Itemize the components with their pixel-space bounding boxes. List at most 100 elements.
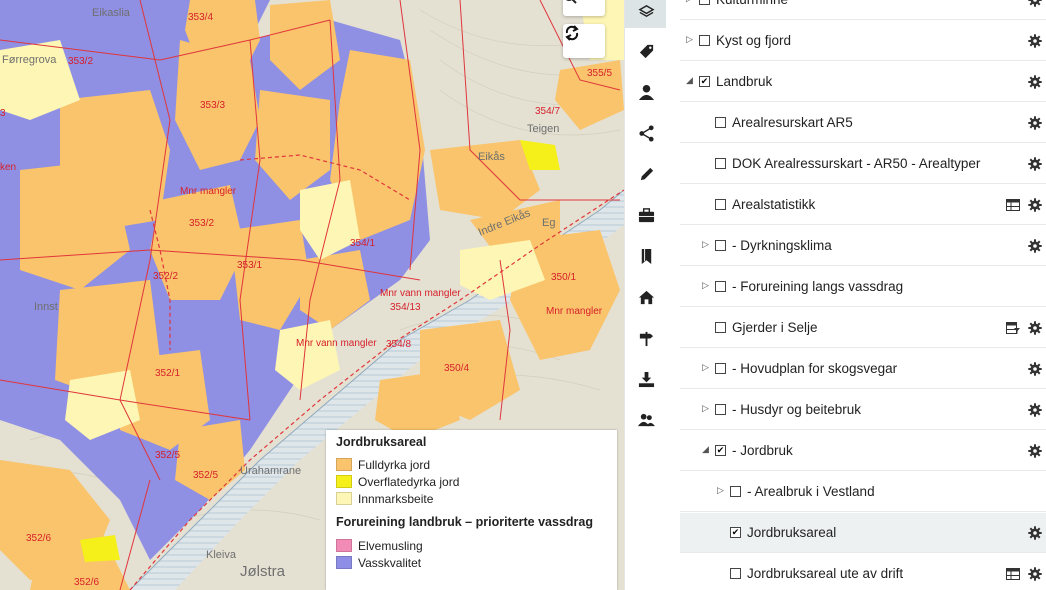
layer-label[interactable]: Landbruk [716,74,772,89]
expand-icon[interactable]: ▷ [702,403,710,413]
layer-checkbox[interactable]: ✔ [730,527,741,538]
layer-label[interactable]: Jordbruksareal ute av drift [747,566,903,581]
layer-row[interactable]: Gjerder i Selje [680,308,1046,348]
home-tool-button[interactable] [625,280,667,314]
layer-row[interactable]: Arealstatistikk [680,185,1046,225]
layer-label[interactable]: DOK Arealressurskart - AR50 - Arealtyper [732,156,980,171]
signpost-tool-button[interactable] [625,321,667,355]
layer-label[interactable]: - Jordbruk [732,443,793,458]
legend-title-forureining: Forureining landbruk – prioriterte vassd… [336,515,594,529]
users-tool-button[interactable] [625,403,667,437]
layer-label[interactable]: - Arealbruk i Vestland [747,484,875,499]
legend-item: Elvemusling [336,537,607,554]
layer-label[interactable]: Kyst og fjord [716,33,791,48]
layer-row[interactable]: ▷ Kulturminne [680,0,1046,20]
layer-label[interactable]: - Hovudplan for skogsvegar [732,361,897,376]
layer-checkbox[interactable] [715,117,726,128]
gear-icon[interactable] [1028,362,1042,376]
legend-swatch [336,458,352,471]
layer-label[interactable]: Kulturminne [716,0,788,7]
table-icon[interactable] [1006,199,1020,211]
layer-checkbox[interactable] [715,363,726,374]
expand-icon[interactable]: ▷ [702,239,710,249]
layer-tree-panel[interactable]: ▷ Kulturminne ▷ Kyst og fjord ◢ ✔ Landbruk Area… [680,0,1046,590]
expand-icon[interactable]: ▷ [686,0,694,3]
layer-checkbox[interactable] [730,486,741,497]
legend-swatch [336,475,352,488]
layer-checkbox[interactable] [715,404,726,415]
download-icon [638,371,654,387]
layer-checkbox[interactable] [699,0,710,5]
gear-icon[interactable] [1028,75,1042,89]
layer-checkbox[interactable]: ✔ [699,76,710,87]
share-tool-button[interactable] [625,116,667,150]
layer-row[interactable]: ◢ ✔ Landbruk [680,62,1046,102]
layer-label[interactable]: - Dyrkningsklima [732,238,832,253]
bookmark-tool-button[interactable] [625,239,667,273]
filter-table-icon[interactable] [1006,322,1020,334]
search-map-button[interactable] [563,0,605,16]
layer-row[interactable]: ✔ Jordbruksareal [680,513,1046,553]
parcel-label: 354/13 [390,302,421,313]
layer-checkbox[interactable] [715,322,726,333]
layer-row[interactable]: ◢ ✔ - Jordbruk [680,431,1046,471]
draw-tool-button[interactable] [625,157,667,191]
gear-icon[interactable] [1028,526,1042,540]
gear-icon[interactable] [1028,567,1042,581]
layer-row[interactable]: Arealresurskart AR5 [680,103,1046,143]
place-label: Eikaslia [92,7,131,19]
gear-icon[interactable] [1028,239,1042,253]
layer-label[interactable]: Arealresurskart AR5 [732,115,853,130]
gear-icon[interactable] [1028,403,1042,417]
layer-checkbox[interactable] [715,240,726,251]
person-icon [638,84,654,100]
parcel-label: ken [0,162,16,173]
refresh-map-button[interactable] [563,24,605,58]
gear-icon[interactable] [1028,198,1042,212]
layer-checkbox[interactable] [715,158,726,169]
layers-tool-button[interactable] [625,0,667,28]
layer-row[interactable]: ▷ - Husdyr og beitebruk [680,390,1046,430]
layer-checkbox[interactable]: ✔ [715,445,726,456]
expand-icon[interactable]: ▷ [717,485,725,495]
place-label: Urahamrane [240,465,301,477]
layer-row[interactable]: ▷ Kyst og fjord [680,21,1046,61]
mnr-label: Mnr vann mangler [380,288,461,299]
expand-icon[interactable]: ▷ [686,34,694,44]
gear-icon[interactable] [1028,34,1042,48]
place-label: Innst [34,301,58,313]
gear-icon[interactable] [1028,321,1042,335]
layer-checkbox[interactable] [715,281,726,292]
expand-icon[interactable]: ▷ [702,362,710,372]
parcel-label: 353/3 [200,100,225,111]
layer-row[interactable]: ▷ - Dyrkningsklima [680,226,1046,266]
gear-icon[interactable] [1028,0,1042,7]
collapse-icon[interactable]: ◢ [686,75,694,85]
layer-checkbox[interactable] [699,35,710,46]
tag-tool-button[interactable] [625,34,667,68]
expand-icon[interactable]: ▷ [702,280,710,290]
gear-icon[interactable] [1028,157,1042,171]
table-icon[interactable] [1006,568,1020,580]
layer-label[interactable]: - Husdyr og beitebruk [732,402,861,417]
layer-row[interactable]: DOK Arealressurskart - AR50 - Arealtyper [680,144,1046,184]
layer-label[interactable]: Jordbruksareal [747,525,836,540]
map-view[interactable]: Eikaslia Førregrova Eikås Teigen Indre E… [0,0,624,590]
tools-button[interactable] [625,198,667,232]
gear-icon[interactable] [1028,444,1042,458]
collapse-icon[interactable]: ◢ [702,444,710,454]
layer-label[interactable]: Gjerder i Selje [732,320,818,335]
layer-row[interactable]: Jordbruksareal ute av drift [680,554,1046,590]
person-tool-button[interactable] [625,75,667,109]
layer-checkbox[interactable] [715,199,726,210]
parcel-label: 352/2 [153,271,178,282]
layer-label[interactable]: - Forureining langs vassdrag [732,279,903,294]
layer-row[interactable]: ▷ - Forureining langs vassdrag [680,267,1046,307]
layer-label[interactable]: Arealstatistikk [732,197,815,212]
layer-checkbox[interactable] [730,568,741,579]
gear-icon[interactable] [1028,116,1042,130]
download-tool-button[interactable] [625,362,667,396]
layer-row[interactable]: ▷ - Arealbruk i Vestland [680,472,1046,512]
parcel-label: 355/5 [587,68,612,79]
layer-row[interactable]: ▷ - Hovudplan for skogsvegar [680,349,1046,389]
